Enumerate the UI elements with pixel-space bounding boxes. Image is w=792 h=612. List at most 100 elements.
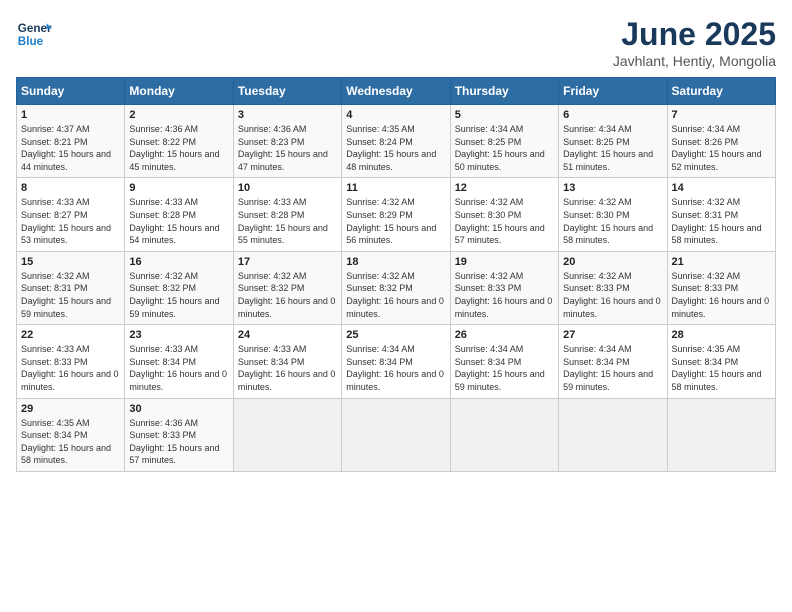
day-number: 14: [672, 182, 771, 194]
calendar-cell: 7Sunrise: 4:34 AMSunset: 8:26 PMDaylight…: [667, 105, 775, 178]
title-area: June 2025 Javhlant, Hentiy, Mongolia: [613, 16, 776, 69]
calendar-cell: 21 Sunrise: 4:32 AMSunset: 8:33 PMDayligh…: [667, 251, 775, 324]
day-info: Sunrise: 4:36 AMSunset: 8:22 PMDaylight:…: [129, 123, 228, 173]
day-info: Sunrise: 4:33 AMSunset: 8:27 PMDaylight:…: [21, 196, 120, 246]
day-number: 16: [129, 256, 228, 268]
calendar-week-row: 22 Sunrise: 4:33 AMSunset: 8:33 PMDayligh…: [17, 325, 776, 398]
day-info: Sunrise: 4:33 AMSunset: 8:34 PMDaylight:…: [238, 343, 337, 393]
calendar-cell: [342, 398, 450, 471]
day-header-saturday: Saturday: [667, 78, 775, 105]
day-info: Sunrise: 4:33 AMSunset: 8:28 PMDaylight:…: [129, 196, 228, 246]
day-number: 11: [346, 182, 445, 194]
day-info: Sunrise: 4:32 AMSunset: 8:30 PMDaylight:…: [563, 196, 662, 246]
day-number: 23: [129, 329, 228, 341]
calendar-title: June 2025: [613, 16, 776, 53]
day-header-monday: Monday: [125, 78, 233, 105]
day-info: Sunrise: 4:32 AMSunset: 8:33 PMDaylight:…: [455, 270, 554, 320]
day-info: Sunrise: 4:37 AMSunset: 8:21 PMDaylight:…: [21, 123, 120, 173]
day-number: 19: [455, 256, 554, 268]
day-header-friday: Friday: [559, 78, 667, 105]
day-number: 10: [238, 182, 337, 194]
day-info: Sunrise: 4:34 AMSunset: 8:25 PMDaylight:…: [563, 123, 662, 173]
calendar-week-row: 29 Sunrise: 4:35 AMSunset: 8:34 PMDayligh…: [17, 398, 776, 471]
day-info: Sunrise: 4:34 AMSunset: 8:25 PMDaylight:…: [455, 123, 554, 173]
calendar-week-row: 1 Sunrise: 4:37 AMSunset: 8:21 PMDaylight…: [17, 105, 776, 178]
day-info: Sunrise: 4:36 AMSunset: 8:33 PMDaylight:…: [129, 417, 228, 467]
day-info: Sunrise: 4:32 AMSunset: 8:29 PMDaylight:…: [346, 196, 445, 246]
day-info: Sunrise: 4:33 AMSunset: 8:28 PMDaylight:…: [238, 196, 337, 246]
calendar-cell: 1 Sunrise: 4:37 AMSunset: 8:21 PMDaylight…: [17, 105, 125, 178]
day-number: 5: [455, 109, 554, 121]
day-info: Sunrise: 4:33 AMSunset: 8:33 PMDaylight:…: [21, 343, 120, 393]
day-info: Sunrise: 4:32 AMSunset: 8:32 PMDaylight:…: [129, 270, 228, 320]
day-number: 6: [563, 109, 662, 121]
day-number: 26: [455, 329, 554, 341]
calendar-week-row: 15Sunrise: 4:32 AMSunset: 8:31 PMDayligh…: [17, 251, 776, 324]
calendar-cell: 13 Sunrise: 4:32 AMSunset: 8:30 PMDayligh…: [559, 178, 667, 251]
day-number: 9: [129, 182, 228, 194]
calendar-cell: 6 Sunrise: 4:34 AMSunset: 8:25 PMDaylight…: [559, 105, 667, 178]
svg-text:Blue: Blue: [18, 35, 44, 48]
day-number: 1: [21, 109, 120, 121]
calendar-table: SundayMondayTuesdayWednesdayThursdayFrid…: [16, 77, 776, 472]
calendar-cell: 16 Sunrise: 4:32 AMSunset: 8:32 PMDayligh…: [125, 251, 233, 324]
day-info: Sunrise: 4:35 AMSunset: 8:34 PMDaylight:…: [672, 343, 771, 393]
calendar-cell: 27 Sunrise: 4:34 AMSunset: 8:34 PMDayligh…: [559, 325, 667, 398]
day-info: Sunrise: 4:34 AMSunset: 8:34 PMDaylight:…: [455, 343, 554, 393]
day-number: 3: [238, 109, 337, 121]
calendar-cell: 28 Sunrise: 4:35 AMSunset: 8:34 PMDayligh…: [667, 325, 775, 398]
day-info: Sunrise: 4:32 AMSunset: 8:30 PMDaylight:…: [455, 196, 554, 246]
calendar-cell: [450, 398, 558, 471]
day-info: Sunrise: 4:32 AMSunset: 8:31 PMDaylight:…: [672, 196, 771, 246]
header: General Blue June 2025 Javhlant, Hentiy,…: [16, 16, 776, 69]
day-number: 21: [672, 256, 771, 268]
calendar-cell: 10 Sunrise: 4:33 AMSunset: 8:28 PMDayligh…: [233, 178, 341, 251]
day-number: 13: [563, 182, 662, 194]
day-header-wednesday: Wednesday: [342, 78, 450, 105]
day-info: Sunrise: 4:36 AMSunset: 8:23 PMDaylight:…: [238, 123, 337, 173]
calendar-cell: 14 Sunrise: 4:32 AMSunset: 8:31 PMDayligh…: [667, 178, 775, 251]
logo: General Blue: [16, 16, 52, 52]
day-number: 18: [346, 256, 445, 268]
day-info: Sunrise: 4:35 AMSunset: 8:24 PMDaylight:…: [346, 123, 445, 173]
day-info: Sunrise: 4:32 AMSunset: 8:32 PMDaylight:…: [346, 270, 445, 320]
calendar-cell: 11 Sunrise: 4:32 AMSunset: 8:29 PMDayligh…: [342, 178, 450, 251]
calendar-cell: 8 Sunrise: 4:33 AMSunset: 8:27 PMDaylight…: [17, 178, 125, 251]
day-number: 28: [672, 329, 771, 341]
calendar-cell: [233, 398, 341, 471]
calendar-cell: 19 Sunrise: 4:32 AMSunset: 8:33 PMDayligh…: [450, 251, 558, 324]
day-number: 2: [129, 109, 228, 121]
day-number: 8: [21, 182, 120, 194]
calendar-cell: 12Sunrise: 4:32 AMSunset: 8:30 PMDayligh…: [450, 178, 558, 251]
calendar-cell: 2 Sunrise: 4:36 AMSunset: 8:22 PMDaylight…: [125, 105, 233, 178]
calendar-cell: 20 Sunrise: 4:32 AMSunset: 8:33 PMDayligh…: [559, 251, 667, 324]
day-info: Sunrise: 4:35 AMSunset: 8:34 PMDaylight:…: [21, 417, 120, 467]
day-number: 30: [129, 403, 228, 415]
calendar-cell: 23 Sunrise: 4:33 AMSunset: 8:34 PMDayligh…: [125, 325, 233, 398]
calendar-header-row: SundayMondayTuesdayWednesdayThursdayFrid…: [17, 78, 776, 105]
day-number: 20: [563, 256, 662, 268]
day-info: Sunrise: 4:34 AMSunset: 8:34 PMDaylight:…: [563, 343, 662, 393]
day-info: Sunrise: 4:32 AMSunset: 8:32 PMDaylight:…: [238, 270, 337, 320]
calendar-cell: 5 Sunrise: 4:34 AMSunset: 8:25 PMDaylight…: [450, 105, 558, 178]
day-number: 22: [21, 329, 120, 341]
calendar-cell: 3 Sunrise: 4:36 AMSunset: 8:23 PMDaylight…: [233, 105, 341, 178]
day-header-sunday: Sunday: [17, 78, 125, 105]
calendar-cell: 22 Sunrise: 4:33 AMSunset: 8:33 PMDayligh…: [17, 325, 125, 398]
day-number: 25: [346, 329, 445, 341]
day-number: 4: [346, 109, 445, 121]
calendar-cell: 17Sunrise: 4:32 AMSunset: 8:32 PMDayligh…: [233, 251, 341, 324]
day-info: Sunrise: 4:34 AMSunset: 8:34 PMDaylight:…: [346, 343, 445, 393]
day-info: Sunrise: 4:32 AMSunset: 8:33 PMDaylight:…: [672, 270, 771, 320]
day-number: 27: [563, 329, 662, 341]
calendar-week-row: 8 Sunrise: 4:33 AMSunset: 8:27 PMDaylight…: [17, 178, 776, 251]
day-number: 29: [21, 403, 120, 415]
day-number: 24: [238, 329, 337, 341]
calendar-cell: 9 Sunrise: 4:33 AMSunset: 8:28 PMDaylight…: [125, 178, 233, 251]
day-info: Sunrise: 4:32 AMSunset: 8:31 PMDaylight:…: [21, 270, 120, 320]
calendar-cell: 26 Sunrise: 4:34 AMSunset: 8:34 PMDayligh…: [450, 325, 558, 398]
day-info: Sunrise: 4:32 AMSunset: 8:33 PMDaylight:…: [563, 270, 662, 320]
day-info: Sunrise: 4:33 AMSunset: 8:34 PMDaylight:…: [129, 343, 228, 393]
calendar-cell: 24 Sunrise: 4:33 AMSunset: 8:34 PMDayligh…: [233, 325, 341, 398]
calendar-cell: [667, 398, 775, 471]
